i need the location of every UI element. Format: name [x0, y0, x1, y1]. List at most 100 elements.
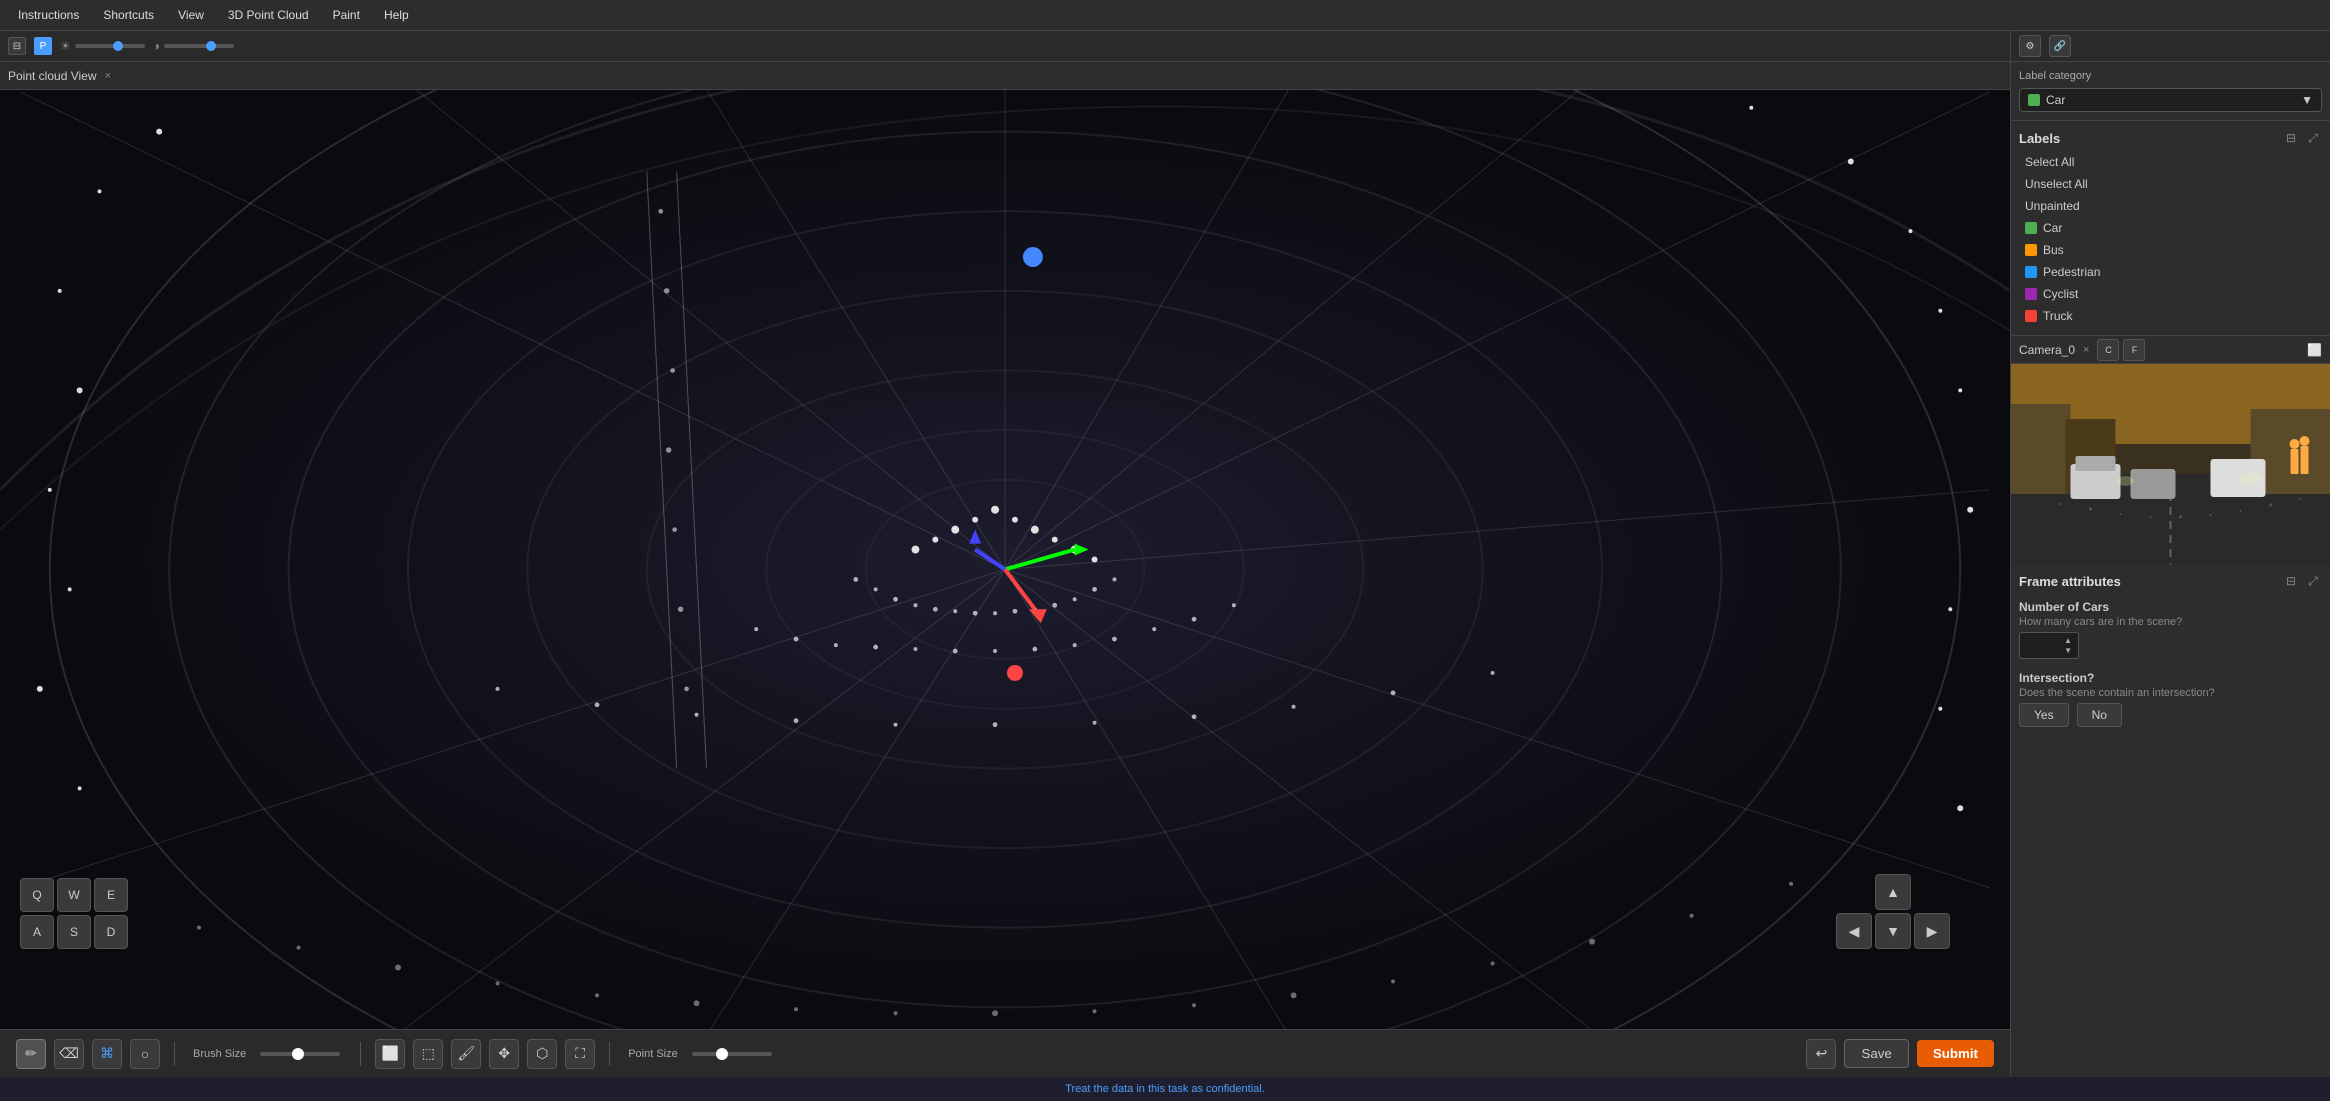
key-d[interactable]: D [94, 915, 128, 949]
key-e[interactable]: E [94, 878, 128, 912]
num-cars-increment[interactable]: ▲ [2064, 636, 2072, 645]
point-cloud-canvas[interactable]: Q W E A S D ▲ ◀ ▼ ▶ [0, 90, 2010, 1029]
main-content: ⊟ P ☀ ◑ Point cloud View × [0, 31, 2330, 1077]
point-size-slider[interactable] [692, 1052, 772, 1056]
arrow-down[interactable]: ▼ [1875, 913, 1911, 949]
frame-attr-expand-icon[interactable]: ⤢ [2304, 572, 2322, 590]
arrow-empty-1 [1836, 874, 1872, 910]
transform-btn[interactable]: ⬡ [527, 1039, 557, 1069]
navigation-keys: Q W E A S D [20, 878, 128, 949]
key-a[interactable]: A [20, 915, 54, 949]
arrow-keys: ▲ ◀ ▼ ▶ [1836, 874, 1950, 949]
unpainted-label: Unpainted [2025, 199, 2080, 213]
menu-3d-point-cloud[interactable]: 3D Point Cloud [218, 4, 319, 26]
label-car[interactable]: Car [2019, 217, 2322, 239]
select-all-label: Select All [2025, 155, 2074, 169]
no-button[interactable]: No [2077, 703, 2122, 727]
pedestrian-color-dot [2025, 266, 2037, 278]
camera-scene-svg [2011, 364, 2330, 564]
key-q[interactable]: Q [20, 878, 54, 912]
menu-help[interactable]: Help [374, 4, 419, 26]
label-select-all[interactable]: Select All [2019, 151, 2322, 173]
draw-tool-btn[interactable]: ✏ [16, 1039, 46, 1069]
contrast-control: ◑ [153, 39, 234, 53]
num-cars-field: Number of Cars How many cars are in the … [2019, 600, 2322, 659]
sun-icon: ☀ [60, 39, 71, 53]
unselect-all-label: Unselect All [2025, 177, 2088, 191]
label-bus[interactable]: Bus [2019, 239, 2322, 261]
bus-label: Bus [2043, 243, 2064, 257]
num-cars-decrement[interactable]: ▼ [2064, 646, 2072, 655]
menu-shortcuts[interactable]: Shortcuts [93, 4, 164, 26]
pc-top-bar: ⊟ P ☀ ◑ [0, 31, 2010, 62]
labels-header: Labels ⊟ ⤢ [2019, 129, 2322, 147]
paint-btn[interactable]: 🖌 [451, 1039, 481, 1069]
undo-btn[interactable]: ↩ [1806, 1039, 1836, 1069]
camera-image [2011, 364, 2330, 564]
point-cloud-tab: Point cloud View × [0, 62, 2010, 90]
minimize-icon[interactable]: ⊟ [8, 37, 26, 55]
save-button[interactable]: Save [1844, 1039, 1908, 1068]
camera-view: Camera_0 × C F ⬜ [2011, 336, 2330, 564]
camera-tab-close[interactable]: × [2083, 344, 2089, 356]
label-truck[interactable]: Truck [2019, 305, 2322, 327]
fullscreen-btn[interactable]: ⛶ [565, 1039, 595, 1069]
point-size-label: Point Size [628, 1048, 678, 1060]
camera-c-btn[interactable]: C [2097, 339, 2119, 361]
submit-button[interactable]: Submit [1917, 1040, 1994, 1067]
tab-close-point-cloud[interactable]: × [105, 70, 111, 82]
contrast-slider[interactable] [164, 44, 234, 48]
labels-expand-icon[interactable]: ⤢ [2304, 129, 2322, 147]
menu-paint[interactable]: Paint [323, 4, 370, 26]
arrow-left[interactable]: ◀ [1836, 913, 1872, 949]
label-unselect-all[interactable]: Unselect All [2019, 173, 2322, 195]
label-category-select[interactable]: Car ▼ [2019, 88, 2322, 112]
toolbar-divider-1 [174, 1042, 175, 1066]
status-bar: Treat the data in this task as confident… [0, 1077, 2330, 1101]
toolbar-divider-2 [360, 1042, 361, 1066]
truck-label: Truck [2043, 309, 2073, 323]
labels-minimize-icon[interactable]: ⊟ [2282, 129, 2300, 147]
rect-select-btn[interactable]: ⬜ [375, 1039, 405, 1069]
key-w[interactable]: W [57, 878, 91, 912]
menu-instructions[interactable]: Instructions [8, 4, 89, 26]
brush-size-label: Brush Size [193, 1048, 246, 1060]
circle-tool-btn[interactable]: ○ [130, 1039, 160, 1069]
pedestrian-label: Pedestrian [2043, 265, 2100, 279]
camera-tab-label: Camera_0 [2019, 343, 2075, 357]
car-color-dot [2025, 222, 2037, 234]
frame-attr-minimize-icon[interactable]: ⊟ [2282, 572, 2300, 590]
num-cars-desc: How many cars are in the scene? [2019, 616, 2322, 628]
frame-attributes-title: Frame attributes [2019, 574, 2121, 589]
brush-size-slider[interactable] [260, 1052, 340, 1056]
status-message: Treat the data in this task as confident… [1065, 1083, 1265, 1095]
tab-label-point-cloud: Point cloud View [8, 69, 97, 83]
point-cloud-area: ⊟ P ☀ ◑ Point cloud View × [0, 31, 2010, 1077]
erase-tool-btn[interactable]: ⌫ [54, 1039, 84, 1069]
label-cyclist[interactable]: Cyclist [2019, 283, 2322, 305]
key-s[interactable]: S [57, 915, 91, 949]
category-selected-value: Car [2046, 93, 2065, 107]
camera-f-btn[interactable]: F [2123, 339, 2145, 361]
bus-color-dot [2025, 244, 2037, 256]
category-color-dot [2028, 94, 2040, 106]
cyclist-color-dot [2025, 288, 2037, 300]
intersection-field: Intersection? Does the scene contain an … [2019, 671, 2322, 727]
settings-icon[interactable]: ⚙ [2019, 35, 2041, 57]
yes-button[interactable]: Yes [2019, 703, 2069, 727]
lasso-tool-btn[interactable]: ⌘ [92, 1039, 122, 1069]
label-pedestrian[interactable]: Pedestrian [2019, 261, 2322, 283]
move-btn[interactable]: ✥ [489, 1039, 519, 1069]
menu-view[interactable]: View [168, 4, 214, 26]
pc-p-btn[interactable]: P [34, 37, 52, 55]
num-cars-input[interactable]: ▲ ▼ [2019, 632, 2079, 659]
link-icon[interactable]: 🔗 [2049, 35, 2071, 57]
rect-deselect-btn[interactable]: ⬚ [413, 1039, 443, 1069]
arrow-right[interactable]: ▶ [1914, 913, 1950, 949]
brightness-slider[interactable] [75, 44, 145, 48]
right-panel: ⚙ 🔗 Label category Car ▼ Labels ⊟ ⤢ [2010, 31, 2330, 1077]
arrow-up[interactable]: ▲ [1875, 874, 1911, 910]
label-unpainted[interactable]: Unpainted [2019, 195, 2322, 217]
toolbar-divider-3 [609, 1042, 610, 1066]
camera-maximize-icon[interactable]: ⬜ [2307, 343, 2322, 357]
